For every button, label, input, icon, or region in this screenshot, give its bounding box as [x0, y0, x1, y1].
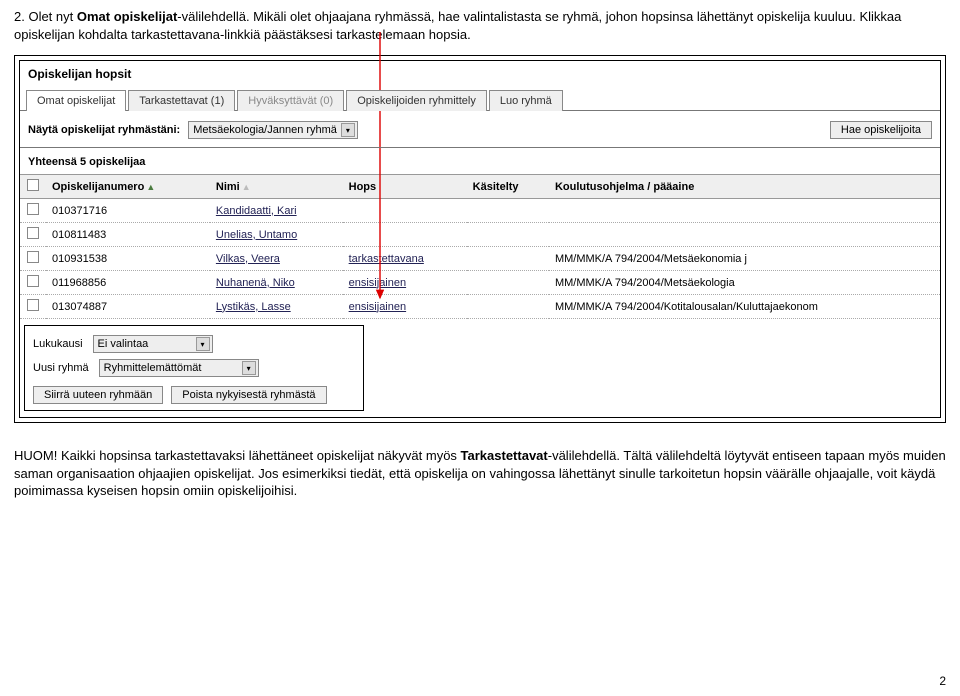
table-row: 011968856 Nuhanenä, Niko ensisijainen MM…: [20, 271, 940, 295]
select-all-checkbox[interactable]: [27, 179, 39, 191]
sort-asc-icon: ▲: [146, 182, 155, 192]
hops-link[interactable]: ensisijainen: [349, 301, 406, 313]
tab-ryhmittely[interactable]: Opiskelijoiden ryhmittely: [346, 90, 487, 111]
note-text: HUOM! Kaikki hopsinsa tarkastettavaksi l…: [14, 447, 946, 500]
table-row: 010371716 Kandidaatti, Kari: [20, 199, 940, 223]
student-link[interactable]: Nuhanenä, Niko: [216, 277, 295, 289]
tab-tarkastettavat[interactable]: Tarkastettavat (1): [128, 90, 235, 111]
student-link[interactable]: Kandidaatti, Kari: [216, 205, 297, 217]
group-select[interactable]: Metsäekologia/Jannen ryhmä ▾: [188, 121, 358, 139]
student-link[interactable]: Vilkas, Veera: [216, 253, 280, 265]
students-table: Opiskelijanumero▲ Nimi▲ Hops Käsitelty K…: [20, 174, 940, 319]
col-koulutusohjelma[interactable]: Koulutusohjelma / pääaine: [549, 175, 940, 199]
table-row: 010931538 Vilkas, Veera tarkastettavana …: [20, 247, 940, 271]
col-hops[interactable]: Hops: [343, 175, 467, 199]
uusiryhma-label: Uusi ryhmä: [33, 362, 89, 374]
hops-link-tarkastettavana[interactable]: tarkastettavana: [349, 253, 424, 265]
chevron-down-icon: ▾: [196, 337, 210, 351]
table-row: 010811483 Unelias, Untamo: [20, 223, 940, 247]
student-link[interactable]: Lystikäs, Lasse: [216, 301, 291, 313]
row-checkbox[interactable]: [27, 251, 39, 263]
lukukausi-label: Lukukausi: [33, 338, 83, 350]
uusiryhma-select[interactable]: Ryhmittelemättömät ▾: [99, 359, 259, 377]
col-nimi[interactable]: Nimi▲: [210, 175, 343, 199]
lukukausi-select[interactable]: Ei valintaa ▾: [93, 335, 213, 353]
filter-label: Näytä opiskelijat ryhmästäni:: [28, 124, 180, 136]
hops-link[interactable]: ensisijainen: [349, 277, 406, 289]
page-title: Opiskelijan hopsit: [20, 61, 940, 85]
hae-opiskelijoita-button[interactable]: Hae opiskelijoita: [830, 121, 932, 139]
poista-ryhmasta-button[interactable]: Poista nykyisestä ryhmästä: [171, 386, 326, 404]
col-opiskelijanumero[interactable]: Opiskelijanumero▲: [46, 175, 210, 199]
table-row: 013074887 Lystikäs, Lasse ensisijainen M…: [20, 295, 940, 319]
row-checkbox[interactable]: [27, 227, 39, 239]
siirra-uuteen-ryhmaan-button[interactable]: Siirrä uuteen ryhmään: [33, 386, 163, 404]
row-checkbox[interactable]: [27, 299, 39, 311]
tab-omat-opiskelijat[interactable]: Omat opiskelijat: [26, 90, 126, 111]
result-count: Yhteensä 5 opiskelijaa: [20, 148, 940, 174]
sort-icon: ▲: [242, 182, 251, 192]
chevron-down-icon: ▾: [242, 361, 256, 375]
tabs: Omat opiskelijat Tarkastettavat (1) Hyvä…: [20, 85, 940, 111]
intro-text: 2. Olet nyt Omat opiskelijat-välilehdell…: [14, 8, 946, 43]
app-screenshot: Opiskelijan hopsit Omat opiskelijat Tark…: [14, 55, 946, 423]
tab-luo-ryhma[interactable]: Luo ryhmä: [489, 90, 563, 111]
row-checkbox[interactable]: [27, 275, 39, 287]
row-checkbox[interactable]: [27, 203, 39, 215]
chevron-down-icon: ▾: [341, 123, 355, 137]
tab-hyvaksyttavat[interactable]: Hyväksyttävät (0): [237, 90, 344, 111]
col-kasitelty[interactable]: Käsitelty: [467, 175, 549, 199]
page-number: 2: [939, 674, 946, 688]
student-link[interactable]: Unelias, Untamo: [216, 229, 297, 241]
group-actions-panel: Lukukausi Ei valintaa ▾ Uusi ryhmä Ryhmi…: [24, 325, 364, 411]
